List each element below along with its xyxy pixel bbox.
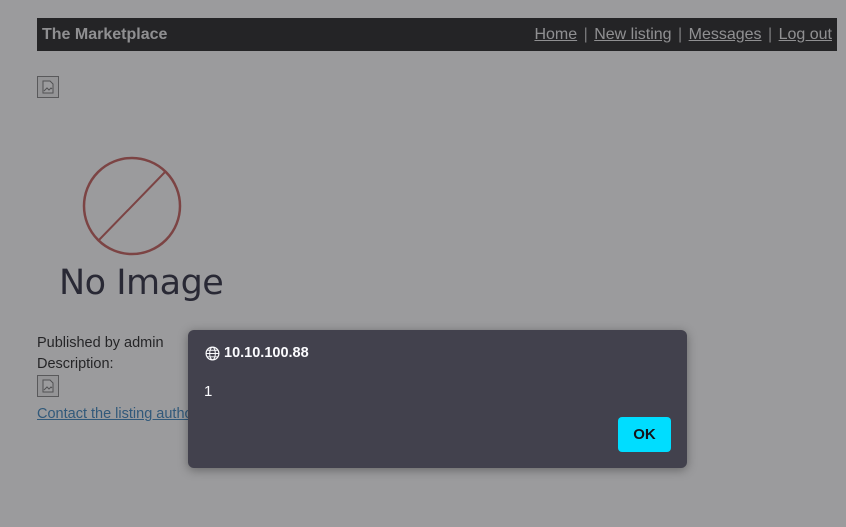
alert-origin: 10.10.100.88	[205, 345, 309, 361]
globe-icon	[205, 346, 220, 360]
ok-button[interactable]: OK	[618, 417, 671, 452]
alert-origin-text: 10.10.100.88	[224, 345, 309, 361]
alert-message: 1	[204, 383, 213, 400]
alert-dialog: 10.10.100.88 1 OK	[188, 330, 687, 468]
